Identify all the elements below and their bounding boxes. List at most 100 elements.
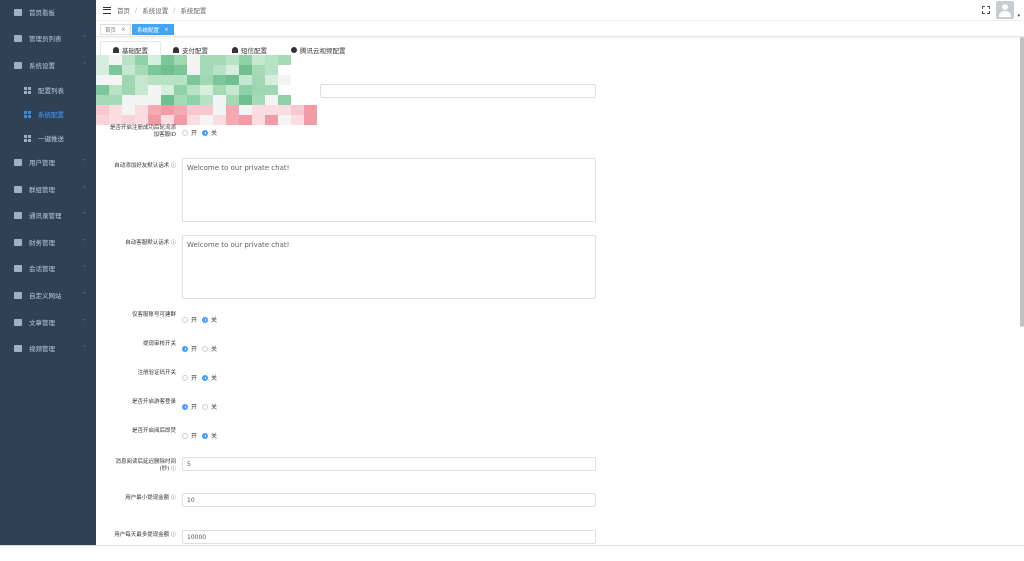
mosaic-block xyxy=(161,105,174,115)
service_greeting-textarea[interactable]: Welcome to our private chat! xyxy=(182,235,596,299)
group-icon xyxy=(14,185,22,193)
breadcrumb-system-settings[interactable]: 系统设置 xyxy=(142,5,168,15)
radio-on[interactable] xyxy=(182,345,188,352)
radio-label-off[interactable]: 关 xyxy=(211,315,217,324)
withdraw_review-label: 提现审核开关 xyxy=(142,341,176,347)
field-label: 用户每天最多提现金额 ⓘ xyxy=(106,532,176,539)
radio-on[interactable] xyxy=(182,374,188,381)
grid-icon xyxy=(24,86,31,94)
sidebar-item[interactable]: 配置列表 xyxy=(0,80,96,100)
sidebar-item[interactable]: 管理员列表 ˅ xyxy=(0,28,96,48)
mosaic-block xyxy=(161,65,174,75)
sidebar: 首页看板 管理员列表 ˅ 系统设置 ˄ 配置列表 系统配置 一键推送 用户管理 ˅ 群组管理 ˅ 通讯录… xyxy=(0,0,96,545)
sidebar-item[interactable]: 通讯录管理 ˅ xyxy=(0,205,96,225)
mosaic-block xyxy=(174,75,187,85)
redacted-input[interactable] xyxy=(320,84,596,98)
chevron-down-icon: ˅ xyxy=(83,318,86,326)
sidebar-item-label: 自定义网站 xyxy=(29,292,62,300)
delete_delay-input[interactable]: 5 xyxy=(182,457,596,471)
video-icon xyxy=(14,344,22,352)
service_only_group-radio-group: 开关 xyxy=(182,315,222,324)
chevron-down-icon: ˅ xyxy=(83,264,86,272)
mosaic-block xyxy=(161,55,174,65)
radio-label-on[interactable]: 开 xyxy=(191,431,197,440)
hamburger-icon[interactable] xyxy=(103,6,111,14)
radio-on[interactable] xyxy=(182,403,188,410)
radio-on[interactable] xyxy=(182,432,188,439)
mosaic-block xyxy=(226,85,239,95)
monitor-icon xyxy=(14,291,22,299)
sidebar-item[interactable]: 财务管理 ˅ xyxy=(0,232,96,252)
sidebar-item[interactable]: 用户管理 ˅ xyxy=(0,152,96,172)
avatar[interactable] xyxy=(996,1,1014,19)
radio-off[interactable] xyxy=(202,374,209,381)
scrollbar[interactable] xyxy=(1020,37,1024,327)
mosaic-block xyxy=(200,105,213,115)
mosaic-block xyxy=(148,75,161,85)
radio-label-on[interactable]: 开 xyxy=(191,373,197,382)
mosaic-block xyxy=(109,65,122,75)
mosaic-block xyxy=(148,105,161,115)
sidebar-item[interactable]: 文章管理 ˅ xyxy=(0,312,96,332)
chevron-down-icon: ˅ xyxy=(83,185,86,193)
service_greeting-label: 自动客服默认话术 xyxy=(125,240,170,246)
tag-system-config[interactable]: 系统配置 × xyxy=(132,24,174,35)
sidebar-item[interactable]: 一键推送 xyxy=(0,128,96,148)
radio-off[interactable] xyxy=(202,316,209,323)
fullscreen-icon[interactable] xyxy=(982,6,990,14)
breadcrumb-home[interactable]: 首页 xyxy=(117,5,130,15)
mosaic-block xyxy=(135,65,148,75)
radio-off[interactable] xyxy=(202,403,209,410)
register_captcha-radio-group: 开关 xyxy=(182,373,222,382)
sidebar-item[interactable]: 会话管理 ˅ xyxy=(0,258,96,278)
sidebar-item-label: 管理员列表 xyxy=(29,35,62,43)
chevron-down-icon[interactable]: ▾ xyxy=(1017,13,1020,19)
mosaic-block xyxy=(122,115,135,125)
radio-label-off[interactable]: 关 xyxy=(211,344,217,353)
bottom-edge xyxy=(0,545,1024,561)
sidebar-item[interactable]: 群组管理 ˅ xyxy=(0,179,96,199)
min_withdraw-input[interactable]: 10 xyxy=(182,493,596,507)
tag-home[interactable]: 首页 × xyxy=(100,24,131,35)
radio-label-off[interactable]: 关 xyxy=(211,128,217,137)
radio-label-off[interactable]: 关 xyxy=(211,402,217,411)
mosaic-block xyxy=(96,55,109,65)
sidebar-item[interactable]: 视频管理 ˅ xyxy=(0,338,96,358)
mosaic-block xyxy=(187,115,200,125)
tag-label: 首页 xyxy=(105,27,117,34)
mosaic-block xyxy=(161,75,174,85)
guest_login-label: 是否开启游客登录 xyxy=(131,399,176,405)
close-icon[interactable]: × xyxy=(164,27,169,33)
friend_greeting-textarea[interactable]: Welcome to our private chat! xyxy=(182,158,596,222)
mosaic-block xyxy=(226,95,239,105)
sidebar-item[interactable]: 首页看板 xyxy=(0,2,96,22)
mosaic-block xyxy=(265,105,278,115)
info-icon: ⓘ xyxy=(170,532,176,538)
info-icon: ⓘ xyxy=(170,240,176,246)
radio-off[interactable] xyxy=(202,345,209,352)
radio-label-off[interactable]: 关 xyxy=(211,431,217,440)
cube-icon xyxy=(291,46,297,53)
sidebar-item[interactable]: 系统配置 xyxy=(0,104,96,124)
min_withdraw-label: 用户最小提现金额 xyxy=(125,495,170,501)
radio-off[interactable] xyxy=(202,129,209,136)
radio-on[interactable] xyxy=(182,316,188,323)
radio-label-on[interactable]: 开 xyxy=(191,402,197,411)
sidebar-item[interactable]: 系统设置 ˄ xyxy=(0,55,96,75)
sidebar-item-label: 会话管理 xyxy=(29,265,55,273)
radio-label-on[interactable]: 开 xyxy=(191,128,197,137)
radio-label-on[interactable]: 开 xyxy=(191,344,197,353)
radio-off[interactable] xyxy=(202,432,209,439)
tab-label: 支付配置 xyxy=(182,46,208,55)
radio-on[interactable] xyxy=(182,129,188,136)
max_withdraw-input[interactable]: 10000 xyxy=(182,530,596,544)
sidebar-item[interactable]: 自定义网站 ˅ xyxy=(0,285,96,305)
mosaic-block xyxy=(148,65,161,75)
close-icon[interactable]: × xyxy=(121,27,126,33)
cloud-icon xyxy=(232,46,238,53)
mosaic-block xyxy=(252,105,265,115)
breadcrumb-separator: / xyxy=(135,6,138,14)
mosaic-block xyxy=(200,55,213,65)
radio-label-off[interactable]: 关 xyxy=(211,373,217,382)
radio-label-on[interactable]: 开 xyxy=(191,315,197,324)
